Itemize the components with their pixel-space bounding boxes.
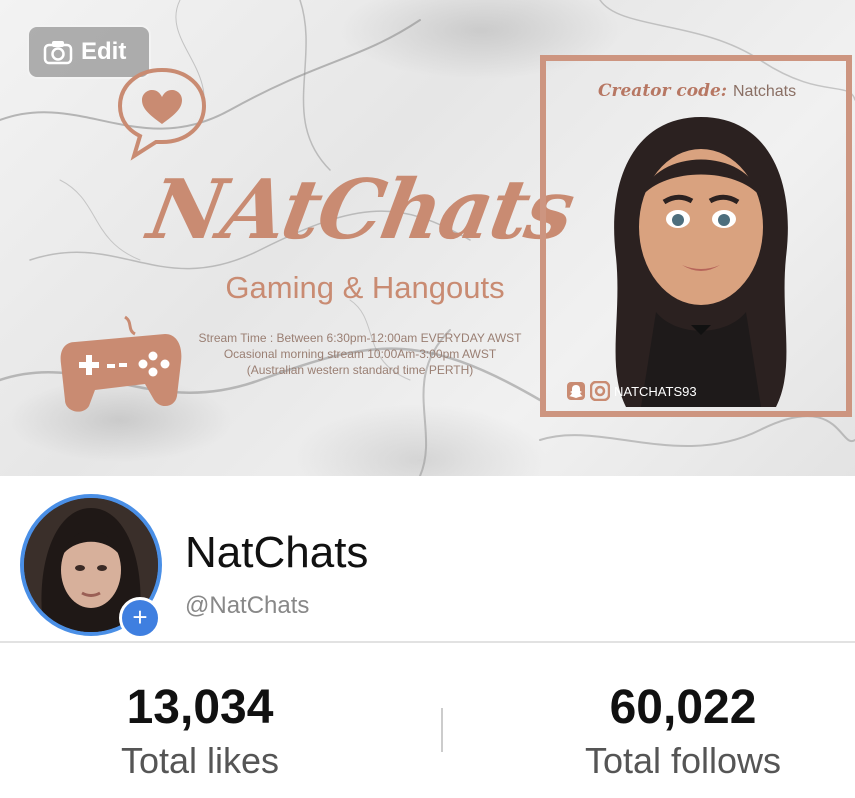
heart-speech-bubble-icon	[117, 67, 207, 161]
camera-icon	[43, 41, 73, 65]
creator-code-label: Creator code:	[598, 81, 728, 101]
profile-banner: Edit NAtChats Gaming & Hangouts Stream T…	[0, 0, 855, 476]
stream-line: Ocasional morning stream 10:00Am-3:00pm …	[223, 347, 497, 361]
display-name: NatChats	[185, 528, 369, 577]
creator-code-value: Natchats	[732, 83, 797, 100]
gamepad-icon	[60, 315, 182, 412]
stats-separator	[441, 708, 443, 752]
total-likes-stat: 13,034 Total likes	[40, 680, 360, 782]
brand-title: NAtChats	[141, 162, 580, 258]
snapchat-icon	[567, 382, 585, 400]
stream-line: Stream Time : Between 6:30pm-12:00am EVE…	[198, 331, 522, 345]
add-avatar-button[interactable]: +	[119, 597, 161, 639]
section-divider	[0, 641, 855, 643]
stream-line: (Australian western standard time PERTH)	[246, 363, 474, 377]
cartoon-avatar-illustration	[614, 117, 788, 407]
total-follows-label: Total follows	[584, 740, 782, 781]
total-follows-stat: 60,022 Total follows	[523, 680, 843, 782]
instagram-icon	[590, 381, 610, 401]
social-handle-row: NATCHATS93	[566, 381, 697, 401]
total-likes-label: Total likes	[120, 740, 280, 781]
brand-tagline: Gaming & Hangouts	[225, 270, 505, 305]
stream-schedule: Stream Time : Between 6:30pm-12:00am EVE…	[170, 330, 550, 378]
total-follows-value: 60,022	[609, 681, 757, 734]
social-handle: NATCHATS93	[614, 383, 697, 399]
creator-code: Creator code: Natchats	[598, 81, 796, 101]
total-likes-value: 13,034	[126, 681, 274, 734]
username-handle: @NatChats	[185, 592, 310, 619]
creator-promo-card: Creator code: Natchats NATCHATS93	[540, 55, 852, 417]
